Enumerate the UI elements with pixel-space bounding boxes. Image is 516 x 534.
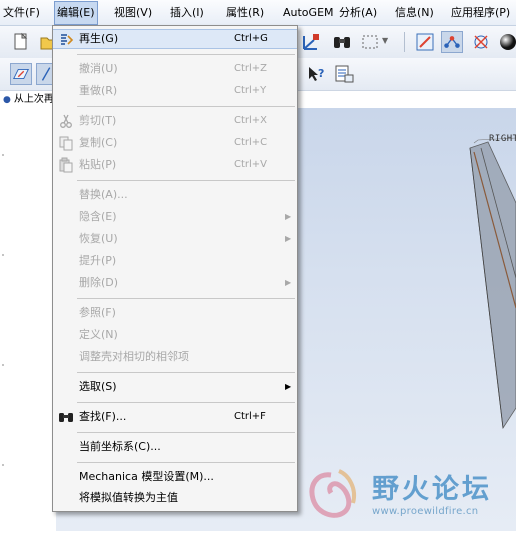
menu-item-promote[interactable]: 提升(P) <box>53 251 297 271</box>
display-datum-planes-icon[interactable] <box>10 63 32 85</box>
datum-points-icon[interactable] <box>441 31 463 53</box>
menu-item-redo[interactable]: 重做(R) Ctrl+Y <box>53 81 297 101</box>
menu-view[interactable]: 视图(V) <box>112 0 154 25</box>
menu-item-convert-simulated-values[interactable]: 将模拟值转换为主值 <box>53 488 297 508</box>
coordinate-system-icon[interactable] <box>300 31 322 53</box>
menu-applications[interactable]: 应用程序(P) <box>449 0 512 25</box>
menu-edit[interactable]: 编辑(E) <box>54 1 98 25</box>
menu-item-label: 复制(C) <box>79 136 118 149</box>
menu-item-current-csys[interactable]: 当前坐标系(C)... <box>53 437 297 457</box>
menu-item-shortcut: Ctrl+X <box>234 115 268 126</box>
menu-separator <box>77 462 295 463</box>
menu-item-shortcut: Ctrl+V <box>234 159 268 170</box>
menu-item-copy[interactable]: 复制(C) Ctrl+C <box>53 133 297 153</box>
whats-this-help-icon[interactable]: ? <box>305 63 327 85</box>
menu-separator <box>77 54 295 55</box>
menu-item-adjust-shell[interactable]: 调整壳对相切的相邻项 <box>53 347 297 367</box>
menu-item-delete[interactable]: 删除(D) ▶ <box>53 273 297 293</box>
menu-item-regenerate[interactable]: 再生(G) Ctrl+G <box>53 29 297 49</box>
menu-separator <box>77 402 295 403</box>
menu-insert[interactable]: 插入(I) <box>168 0 206 25</box>
binoculars-icon <box>59 413 73 422</box>
menu-bar: 文件(F) 编辑(E) 视图(V) 插入(I) 属性(R) AutoGEM 分析… <box>0 0 516 26</box>
submenu-arrow-icon: ▶ <box>285 278 292 287</box>
menu-item-cut[interactable]: 剪切(T) Ctrl+X <box>53 111 297 131</box>
menu-item-label: 粘贴(P) <box>79 158 117 171</box>
menu-item-find[interactable]: 查找(F)... Ctrl+F <box>53 407 297 427</box>
menu-item-definition[interactable]: 定义(N) <box>53 325 297 345</box>
menu-separator <box>77 298 295 299</box>
menu-item-label: 替换(A)... <box>79 188 128 201</box>
shading-sphere-icon[interactable] <box>497 31 516 53</box>
svg-text:?: ? <box>318 67 324 80</box>
menu-item-label: 再生(G) <box>79 32 119 45</box>
menu-item-label: 定义(N) <box>79 328 118 341</box>
menu-item-label: 恢复(U) <box>79 232 118 245</box>
watermark-title: 野火论坛 <box>372 474 492 505</box>
sketch-view-icon[interactable] <box>414 31 436 53</box>
menu-item-replace[interactable]: 替换(A)... <box>53 185 297 205</box>
menu-item-label: 调整壳对相切的相邻项 <box>79 350 189 363</box>
menu-autogem[interactable]: AutoGEM <box>281 0 336 25</box>
datum-plane-label: RIGHT <box>489 134 516 144</box>
menu-item-label: 查找(F)... <box>79 410 127 423</box>
menu-separator <box>77 106 295 107</box>
menu-file[interactable]: 文件(F) <box>1 0 42 25</box>
edit-menu-dropdown: 再生(G) Ctrl+G 撤消(U) Ctrl+Z 重做(R) Ctrl+Y 剪… <box>52 25 298 512</box>
dropdown-chevron-icon[interactable]: ▼ <box>382 36 388 45</box>
menu-item-label: 删除(D) <box>79 276 119 289</box>
watermark-url: www.proewildfire.cn <box>372 506 479 517</box>
menu-separator <box>77 372 295 373</box>
panel-resize-handle[interactable] <box>0 110 6 530</box>
menu-item-label: 隐含(E) <box>79 210 117 223</box>
menu-item-label: 撤消(U) <box>79 62 118 75</box>
submenu-arrow-icon: ▶ <box>285 212 292 221</box>
menu-item-label: 参照(F) <box>79 306 116 319</box>
menu-item-label: 提升(P) <box>79 254 117 267</box>
menu-properties[interactable]: 属性(R) <box>224 0 266 25</box>
bullet-icon: ● <box>3 95 11 105</box>
menu-item-label: 剪切(T) <box>79 114 117 127</box>
submenu-arrow-icon: ▶ <box>285 382 292 391</box>
menu-item-shortcut: Ctrl+C <box>234 137 268 148</box>
spin-center-icon[interactable] <box>470 31 492 53</box>
toolbar-separator <box>404 32 405 52</box>
model-tree-item[interactable]: ● 从上次再 <box>0 91 60 108</box>
regenerate-icon <box>61 34 74 45</box>
menu-item-shortcut: Ctrl+Z <box>234 63 268 74</box>
menu-item-suppress[interactable]: 隐含(E) ▶ <box>53 207 297 227</box>
model-tree-panel <box>0 91 57 531</box>
menu-analysis[interactable]: 分析(A) <box>337 0 379 25</box>
menu-info[interactable]: 信息(N) <box>393 0 436 25</box>
menu-item-label: 当前坐标系(C)... <box>79 440 161 453</box>
menu-separator <box>77 432 295 433</box>
menu-item-shortcut: Ctrl+F <box>234 411 266 422</box>
new-file-icon[interactable] <box>10 31 32 53</box>
menu-item-select[interactable]: 选取(S) ▶ <box>53 377 297 397</box>
paste-icon <box>59 157 73 173</box>
copy-icon <box>59 136 73 151</box>
menu-item-label: 重做(R) <box>79 84 118 97</box>
scissors-icon <box>60 114 72 128</box>
menu-item-paste[interactable]: 粘贴(P) Ctrl+V <box>53 155 297 175</box>
menu-item-label: Mechanica 模型设置(M)... <box>79 470 214 483</box>
menu-separator <box>77 180 295 181</box>
menu-item-resume[interactable]: 恢复(U) ▶ <box>53 229 297 249</box>
menu-item-mechanica-setup[interactable]: Mechanica 模型设置(M)... <box>53 467 297 487</box>
report-list-icon[interactable] <box>333 63 355 85</box>
binoculars-toolbar-icon[interactable] <box>331 31 353 53</box>
submenu-arrow-icon: ▶ <box>285 234 292 243</box>
menu-item-undo[interactable]: 撤消(U) Ctrl+Z <box>53 59 297 79</box>
model-tree-item-label: 从上次再 <box>13 94 54 105</box>
menu-item-references[interactable]: 参照(F) <box>53 303 297 323</box>
menu-item-shortcut: Ctrl+G <box>234 33 268 44</box>
menu-item-shortcut: Ctrl+Y <box>234 85 267 96</box>
menu-item-label: 将模拟值转换为主值 <box>79 491 178 504</box>
menu-item-label: 选取(S) <box>79 380 117 393</box>
selection-box-icon[interactable] <box>360 31 382 53</box>
